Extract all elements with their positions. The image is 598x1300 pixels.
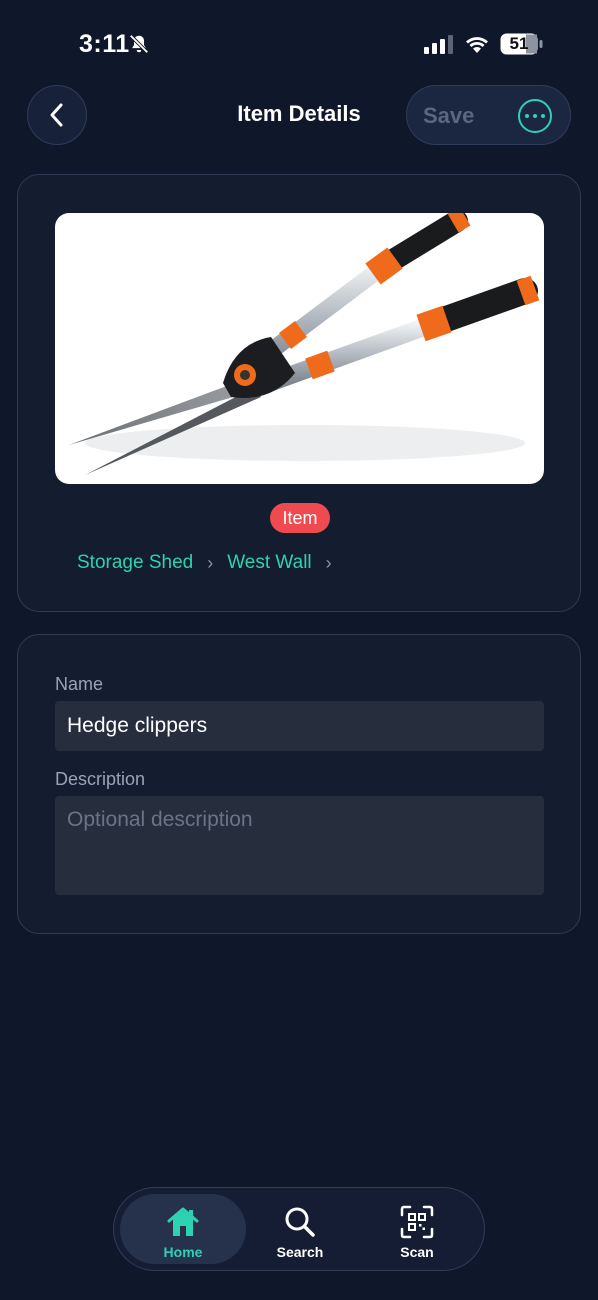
chevron-right-icon: › <box>207 552 214 573</box>
search-icon <box>285 1207 315 1237</box>
description-field[interactable] <box>55 796 544 895</box>
name-label: Name <box>55 674 104 694</box>
tab-label: Search <box>276 1244 324 1260</box>
more-options-button[interactable] <box>518 99 552 133</box>
battery-level: 51 <box>509 34 529 53</box>
home-icon <box>167 1207 199 1236</box>
cellular-signal-icon <box>424 35 453 54</box>
description-label: Description <box>55 769 146 789</box>
item-photo-card: Item Storage Shed › West Wall › <box>17 174 581 612</box>
chevron-right-icon[interactable]: › <box>326 553 332 574</box>
dot <box>541 114 545 118</box>
wifi-icon <box>466 37 488 53</box>
breadcrumb-west-wall[interactable]: West Wall <box>227 552 311 574</box>
tab-label: Home <box>163 1244 203 1260</box>
item-photo[interactable] <box>55 213 544 484</box>
tab-label: Scan <box>400 1244 434 1260</box>
screen: 3:11 51 Item Details Save Item Storage S… <box>0 0 598 1300</box>
save-button[interactable]: Save <box>423 103 474 129</box>
tab-search[interactable]: Search <box>237 1194 363 1264</box>
location-breadcrumb: Storage Shed › West Wall › <box>77 552 346 574</box>
bottom-tab-bar: Home Search Scan <box>113 1187 485 1271</box>
status-time: 3:11 <box>79 30 130 58</box>
qr-scan-icon <box>400 1205 434 1239</box>
name-field[interactable]: Hedge clippers <box>55 701 544 751</box>
hedge-clippers-image <box>69 213 540 475</box>
item-type-badge: Item <box>270 503 330 533</box>
status-bar: 3:11 51 <box>0 0 598 80</box>
dot <box>525 114 529 118</box>
header-actions: Save <box>406 85 571 145</box>
item-details-form: Name Hedge clippers Description <box>17 634 581 934</box>
dot <box>533 114 537 118</box>
tab-scan[interactable]: Scan <box>354 1194 480 1264</box>
tab-home[interactable]: Home <box>120 1194 246 1264</box>
muted-bell-icon <box>129 34 149 54</box>
breadcrumb-storage-shed[interactable]: Storage Shed <box>77 552 193 574</box>
